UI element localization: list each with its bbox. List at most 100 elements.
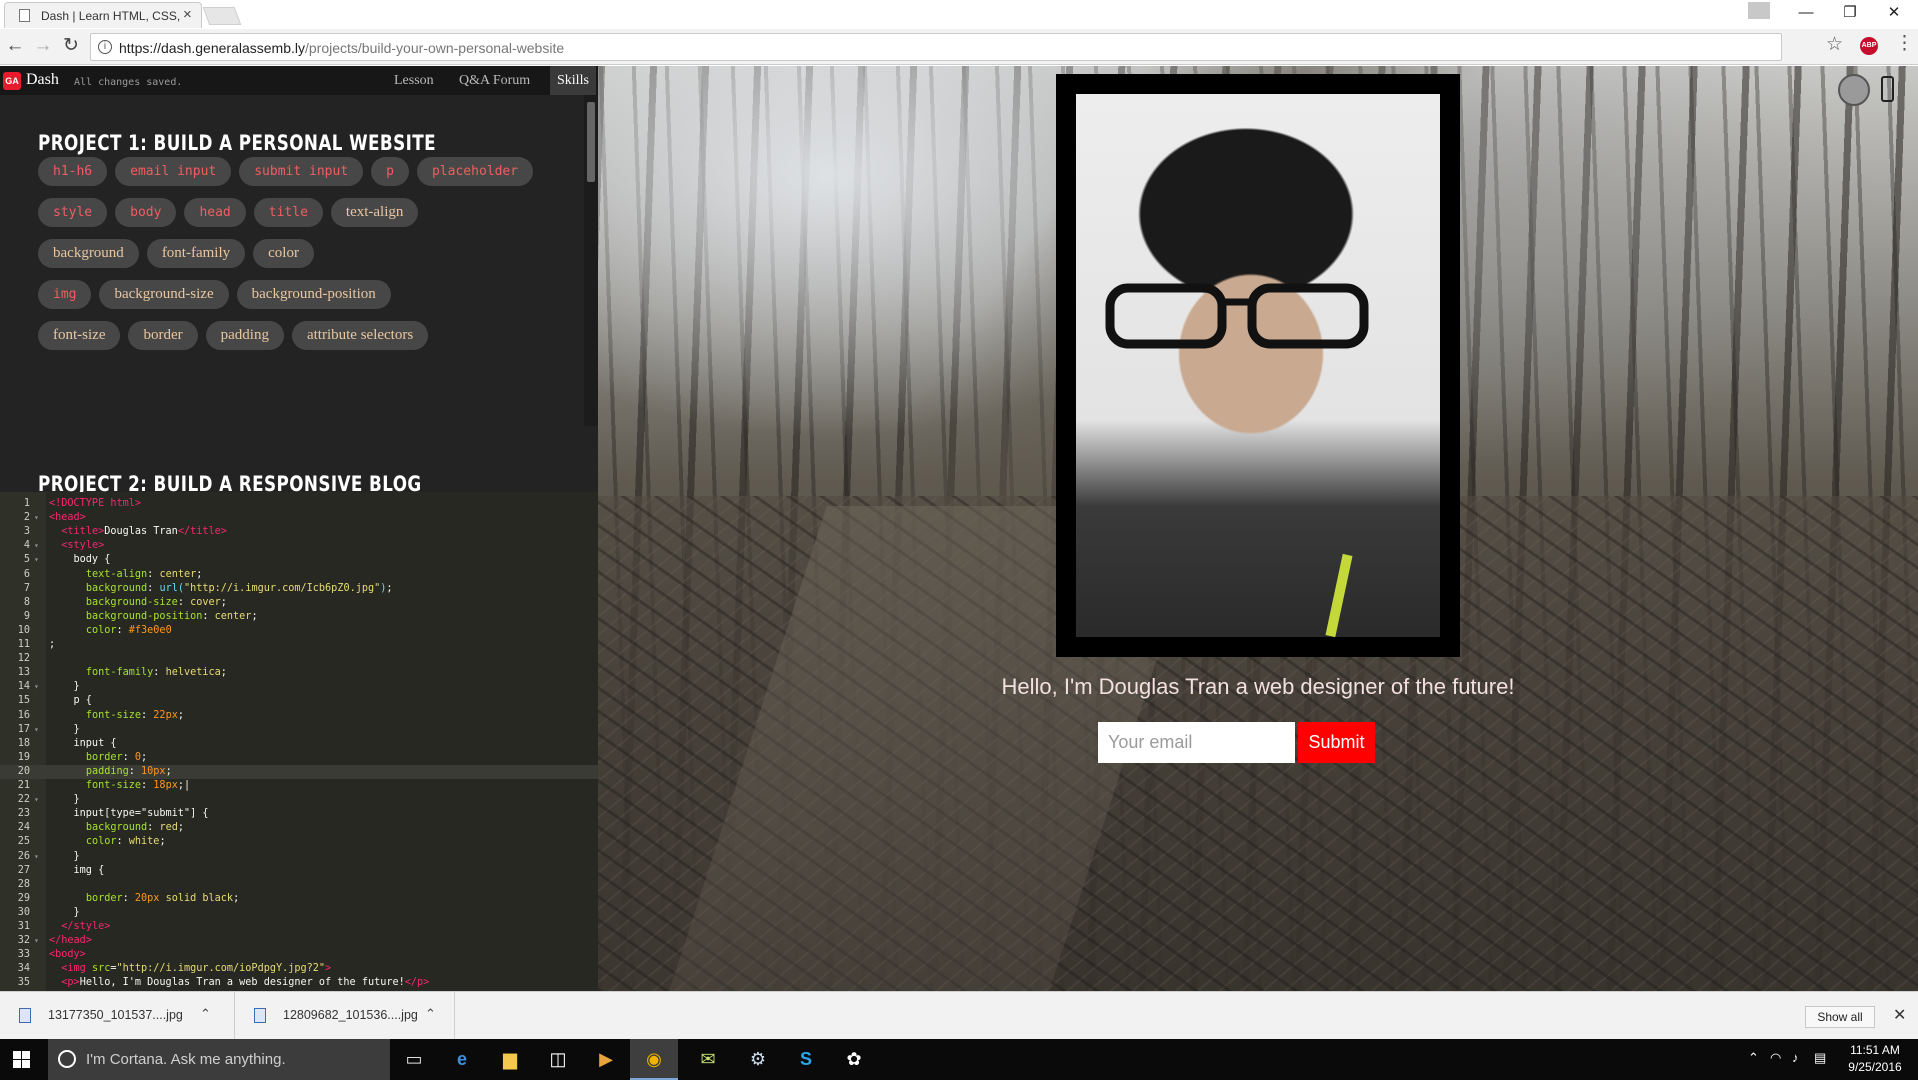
store-icon[interactable]: ◫ xyxy=(534,1039,582,1080)
show-all-button[interactable]: Show all xyxy=(1805,1006,1875,1028)
address-bar[interactable]: i https://dash.generalassemb.ly/projects… xyxy=(90,33,1782,61)
chrome-icon[interactable]: ◉ xyxy=(630,1039,678,1080)
chevron-up-icon[interactable]: ⌃ xyxy=(1748,1050,1759,1066)
skill-pill[interactable]: img xyxy=(38,280,92,309)
steam-icon[interactable]: ⚙ xyxy=(734,1039,782,1080)
line-number: 5 xyxy=(23,554,30,566)
reload-icon[interactable]: ↻ xyxy=(60,35,82,57)
code-text: input { xyxy=(49,737,117,751)
submit-button[interactable]: Submit xyxy=(1298,722,1375,763)
forward-icon[interactable]: → xyxy=(32,35,54,57)
code-line: 27 img { xyxy=(0,864,598,878)
skill-pill[interactable]: style xyxy=(38,198,108,227)
new-tab-button[interactable] xyxy=(202,7,242,25)
minimize-icon[interactable]: — xyxy=(1784,0,1828,26)
restore-icon[interactable]: ❐ xyxy=(1828,0,1872,26)
code-token: : xyxy=(177,596,191,608)
fold-icon[interactable]: ▾ xyxy=(34,793,39,807)
skill-pill[interactable]: submit input xyxy=(239,157,364,186)
skill-pill[interactable]: font-size xyxy=(38,321,121,350)
skill-pill[interactable]: p xyxy=(371,157,409,186)
code-line: 1 <!DOCTYPE html> xyxy=(0,497,598,511)
fold-icon[interactable]: ▾ xyxy=(34,539,39,553)
skill-pill[interactable]: padding xyxy=(205,321,284,350)
email-field[interactable] xyxy=(1098,722,1295,763)
tab-strip: Dash | Learn HTML, CSS, × — ❐ ✕ xyxy=(0,0,1918,28)
code-token: center xyxy=(214,610,252,622)
fold-icon[interactable]: ▾ xyxy=(34,553,39,567)
page-icon xyxy=(19,9,30,22)
skill-pill[interactable]: body xyxy=(115,198,177,227)
user-icon[interactable] xyxy=(1748,2,1770,19)
file-icon xyxy=(254,1008,266,1023)
skill-pill[interactable]: head xyxy=(184,198,246,227)
volume-icon[interactable]: ♪ xyxy=(1792,1050,1799,1065)
skype-icon[interactable]: S xyxy=(782,1039,830,1080)
browser-tab[interactable]: Dash | Learn HTML, CSS, × xyxy=(4,2,202,28)
nav-qa-forum[interactable]: Q&A Forum xyxy=(459,73,530,89)
close-icon[interactable]: × xyxy=(183,6,192,23)
edge-icon[interactable]: e xyxy=(438,1039,486,1080)
close-icon[interactable]: ✕ xyxy=(1893,1005,1906,1025)
chevron-up-icon[interactable]: ⌃ xyxy=(200,1006,211,1022)
url-domain: https://dash.generalassemb.ly xyxy=(119,40,305,56)
file-explorer-icon[interactable]: ▆ xyxy=(486,1039,534,1080)
download-item[interactable]: 12809682_101536....jpg ⌃ xyxy=(235,992,455,1040)
line-number: 15 xyxy=(17,695,30,707)
scrollbar-thumb[interactable] xyxy=(587,102,595,182)
download-item[interactable]: 13177350_101537....jpg ⌃ xyxy=(0,992,235,1040)
windows-start-icon[interactable] xyxy=(13,1051,30,1068)
star-icon[interactable]: ☆ xyxy=(1826,33,1843,56)
wifi-icon[interactable]: ◠ xyxy=(1770,1050,1781,1066)
code-token: <body> xyxy=(49,949,86,961)
code-line: 15 p { xyxy=(0,694,598,708)
window-close-icon[interactable]: ✕ xyxy=(1872,0,1916,26)
code-token: cover xyxy=(190,596,221,608)
skill-pill[interactable]: h1-h6 xyxy=(38,157,108,186)
mobile-view-icon[interactable] xyxy=(1881,76,1894,102)
skill-pill[interactable]: color xyxy=(253,239,314,268)
skill-pill[interactable]: border xyxy=(128,321,198,350)
fold-icon[interactable]: ▾ xyxy=(34,934,39,948)
menu-icon[interactable]: ⋮ xyxy=(1895,32,1914,55)
media-icon[interactable]: ▶ xyxy=(582,1039,630,1080)
nav-lesson[interactable]: Lesson xyxy=(394,73,434,89)
skill-pill[interactable]: font-family xyxy=(146,239,246,268)
mail-icon[interactable]: ✉ xyxy=(684,1039,732,1080)
nav-skills[interactable]: Skills xyxy=(550,66,596,95)
tab-title: Dash | Learn HTML, CSS, xyxy=(41,9,181,23)
skill-pill[interactable]: title xyxy=(253,198,323,227)
skill-pill[interactable]: email input xyxy=(115,157,232,186)
skill-pill[interactable]: background-size xyxy=(99,280,229,309)
skill-pill[interactable]: placeholder xyxy=(416,157,534,186)
skill-pill[interactable]: attribute selectors xyxy=(291,321,429,350)
code-text: padding: 10px; xyxy=(49,765,172,779)
settings-icon[interactable]: ✿ xyxy=(830,1039,878,1080)
code-token: color xyxy=(85,836,117,848)
fold-icon[interactable]: ▾ xyxy=(34,850,39,864)
code-line: 8 background-size: cover; xyxy=(0,596,598,610)
skill-pill[interactable]: background-position xyxy=(236,280,391,309)
notification-icon[interactable]: ▤ xyxy=(1814,1050,1826,1066)
code-token: ; xyxy=(233,892,240,904)
info-icon[interactable]: i xyxy=(98,40,112,54)
adblock-icon[interactable]: ABP xyxy=(1860,37,1878,55)
cortana-search[interactable]: I'm Cortana. Ask me anything. xyxy=(48,1039,390,1080)
fold-icon[interactable]: ▾ xyxy=(34,680,39,694)
desktop-view-toggle[interactable] xyxy=(1838,74,1870,106)
code-editor[interactable]: 1 <!DOCTYPE html> 2 ▾ <head> 3 <title>Douglas… xyxy=(0,492,598,1031)
line-number: 17 xyxy=(17,723,30,735)
code-text: } xyxy=(49,850,80,864)
fold-icon[interactable]: ▾ xyxy=(34,723,39,737)
back-icon[interactable]: ← xyxy=(4,35,26,57)
fold-icon[interactable]: ▾ xyxy=(34,511,39,525)
code-line: 12 xyxy=(0,652,598,666)
skill-pill[interactable]: text-align xyxy=(330,198,419,227)
chevron-up-icon[interactable]: ⌃ xyxy=(425,1006,436,1022)
clock[interactable]: 11:51 AM 9/25/2016 xyxy=(1838,1042,1912,1076)
task-view-icon[interactable]: ▭ xyxy=(390,1039,438,1080)
skill-pill[interactable]: background xyxy=(38,239,139,268)
line-number: 6 xyxy=(23,568,30,580)
